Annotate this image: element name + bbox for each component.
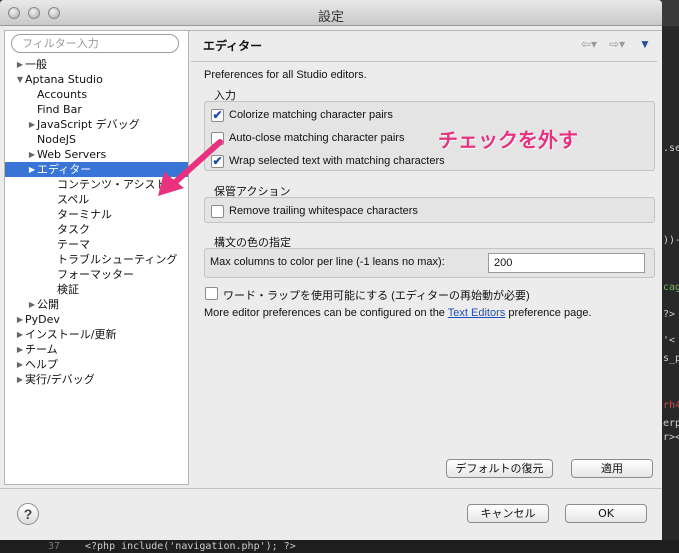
collapsed-arrow-icon[interactable]: ▶ xyxy=(15,312,25,327)
tree-item-label: タスク xyxy=(57,223,90,236)
tree-item-label: フォーマッター xyxy=(57,268,134,281)
code-fragment: erp xyxy=(663,418,679,429)
tree-item-label: Find Bar xyxy=(37,103,82,116)
page-description: Preferences for all Studio editors. xyxy=(204,69,367,81)
tree-item-label: PyDev xyxy=(25,313,60,326)
code-fragment: .se xyxy=(663,143,679,154)
tree-item-label: ヘルプ xyxy=(25,358,58,371)
preferences-window: 設定 フィルター入力 ▶ 一般 ▼ Aptana Studio Accounts Find… xyxy=(0,0,662,540)
text-editors-link[interactable]: Text Editors xyxy=(448,307,505,319)
collapsed-arrow-icon[interactable]: ▶ xyxy=(27,147,37,162)
tree-item-label: JavaScript デバッグ xyxy=(37,118,140,131)
window-title: 設定 xyxy=(317,9,344,24)
expanded-arrow-icon[interactable]: ▼ xyxy=(15,72,25,87)
wrap-selected-text-label: Wrap selected text with matching charact… xyxy=(229,155,445,167)
word-wrap-label: ワード・ラップを使用可能にする (エディターの再始動が必要) xyxy=(223,290,530,302)
tree-item[interactable]: ▶ 一般 xyxy=(5,57,188,72)
collapsed-arrow-icon[interactable]: ▶ xyxy=(15,372,25,387)
code-line: <?php include('navigation.php'); ?> xyxy=(85,541,296,552)
tree-item[interactable]: Accounts xyxy=(5,87,188,102)
cancel-button[interactable]: キャンセル xyxy=(467,504,549,523)
preferences-tree-panel: フィルター入力 ▶ 一般 ▼ Aptana Studio Accounts Find Ba… xyxy=(4,30,189,485)
collapsed-arrow-icon[interactable]: ▶ xyxy=(27,297,37,312)
tree-item[interactable]: Find Bar xyxy=(5,102,188,117)
header-divider xyxy=(191,61,657,62)
more-preferences-text: More editor preferences can be configure… xyxy=(204,307,592,319)
line-number: 37 xyxy=(48,541,61,552)
tree-item[interactable]: フォーマッター xyxy=(5,267,188,282)
tree-item-label: Web Servers xyxy=(37,148,107,161)
collapsed-arrow-icon[interactable]: ▶ xyxy=(15,327,25,342)
tree-item[interactable]: ▶ 公開 xyxy=(5,297,188,312)
tree-item-label: 実行/デバッグ xyxy=(25,373,95,386)
code-fragment: '< xyxy=(663,335,676,346)
tree-item-label: エディター xyxy=(37,163,92,176)
preference-page: エディター ⇦▾ ⇨▾ ▼ Preferences for all Studio… xyxy=(189,30,662,485)
page-title: エディター xyxy=(203,39,263,53)
remove-whitespace-label: Remove trailing whitespace characters xyxy=(229,205,418,217)
footer-divider xyxy=(0,488,662,489)
back-icon[interactable]: ⇦▾ xyxy=(581,37,597,51)
max-columns-input[interactable]: 200 xyxy=(488,253,645,273)
code-fragment: ))- xyxy=(663,235,679,246)
tree-item[interactable]: ▶ 実行/デバッグ xyxy=(5,372,188,387)
max-columns-label: Max columns to color per line (-1 leans … xyxy=(210,256,445,268)
tree-item[interactable]: ▶ ヘルプ xyxy=(5,357,188,372)
tree-item-label: 公開 xyxy=(37,298,59,311)
apply-button[interactable]: 適用 xyxy=(571,459,653,478)
remove-whitespace-checkbox[interactable] xyxy=(211,205,224,218)
tree-item[interactable]: ターミナル xyxy=(5,207,188,222)
code-fragment: ?> xyxy=(663,309,676,320)
more-preferences-suffix: preference page. xyxy=(508,307,592,319)
word-wrap-checkbox[interactable] xyxy=(205,287,218,300)
tree-item-label: 一般 xyxy=(25,58,47,71)
collapsed-arrow-icon[interactable]: ▶ xyxy=(15,342,25,357)
tree-item-label: インストール/更新 xyxy=(25,328,117,341)
tree-item[interactable]: ▶ PyDev xyxy=(5,312,188,327)
background-editor: .se ))- cag ?> '< s_p rh4 erp r>< xyxy=(662,26,679,553)
view-menu-icon[interactable]: ▼ xyxy=(639,37,651,51)
help-icon[interactable]: ? xyxy=(17,503,39,525)
more-preferences-prefix: More editor preferences can be configure… xyxy=(204,307,445,319)
code-fragment: cag xyxy=(663,282,679,293)
tree-item[interactable]: 検証 xyxy=(5,282,188,297)
tree-item-label: ターミナル xyxy=(57,208,112,221)
tree-item[interactable]: ▶ インストール/更新 xyxy=(5,327,188,342)
colorize-pairs-label: Colorize matching character pairs xyxy=(229,109,393,121)
tree-item[interactable]: ▶ チーム xyxy=(5,342,188,357)
tree-item-label: Aptana Studio xyxy=(25,73,103,86)
tree-item-label: Accounts xyxy=(37,88,88,101)
filter-input[interactable]: フィルター入力 xyxy=(11,34,179,53)
code-fragment: r>< xyxy=(663,432,679,443)
collapsed-arrow-icon[interactable]: ▶ xyxy=(15,357,25,372)
tree-item-label: テーマ xyxy=(57,238,90,251)
tree-item-label: トラブルシューティング xyxy=(57,253,178,266)
title-bar: 設定 xyxy=(0,0,662,26)
tree-item-label: チーム xyxy=(25,343,58,356)
tree-item-label: NodeJS xyxy=(37,133,76,146)
auto-close-pairs-label: Auto-close matching character pairs xyxy=(229,132,405,144)
tree-item[interactable]: テーマ xyxy=(5,237,188,252)
ok-button[interactable]: OK xyxy=(565,504,647,523)
annotation-text: チェックを外す xyxy=(438,128,578,152)
colorize-pairs-checkbox[interactable]: ✔ xyxy=(211,109,224,122)
annotation-arrow-icon xyxy=(158,139,223,196)
background-editor-bottom: 37 <?php include('navigation.php'); ?> xyxy=(0,540,679,553)
code-fragment: s_p xyxy=(663,353,679,364)
collapsed-arrow-icon[interactable]: ▶ xyxy=(27,162,37,177)
collapsed-arrow-icon[interactable]: ▶ xyxy=(15,57,25,72)
restore-defaults-button[interactable]: デフォルトの復元 xyxy=(446,459,553,478)
tree-item[interactable]: ▼ Aptana Studio xyxy=(5,72,188,87)
tree-item[interactable]: トラブルシューティング xyxy=(5,252,188,267)
tree-item-label: 検証 xyxy=(57,283,79,296)
collapsed-arrow-icon[interactable]: ▶ xyxy=(27,117,37,132)
code-fragment: rh4 xyxy=(663,400,679,411)
tree-item-label: スペル xyxy=(57,193,90,206)
tree-item[interactable]: タスク xyxy=(5,222,188,237)
forward-icon[interactable]: ⇨▾ xyxy=(609,37,625,51)
